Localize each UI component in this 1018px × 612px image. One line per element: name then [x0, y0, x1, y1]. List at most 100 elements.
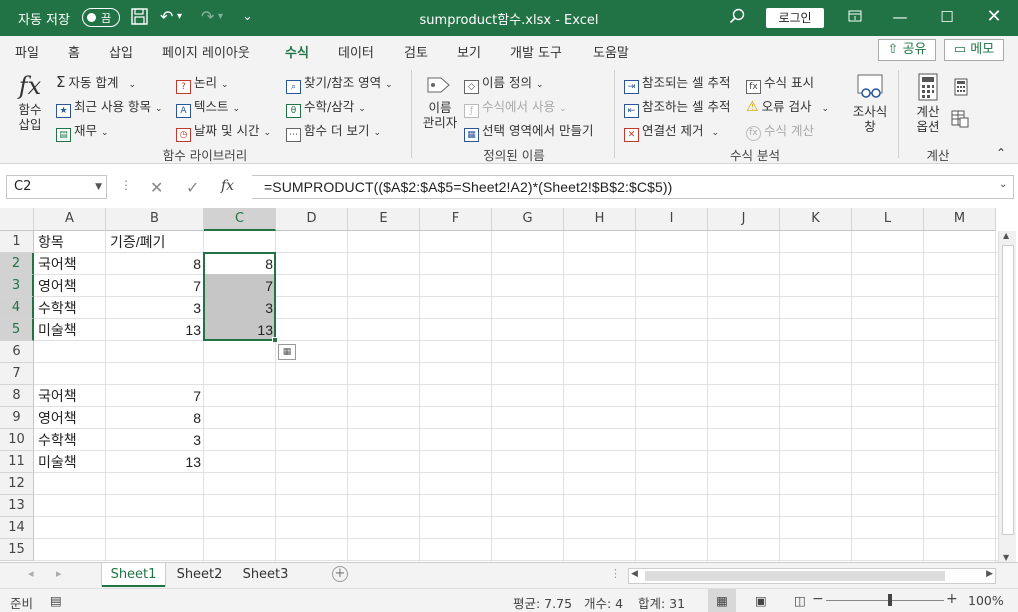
cell-a5[interactable]: 미술책 — [38, 319, 77, 341]
vertical-scroll-thumb[interactable] — [1002, 245, 1014, 535]
tab-help[interactable]: 도움말 — [593, 42, 629, 61]
tab-insert[interactable]: 삽입 — [109, 42, 133, 61]
row-header-5[interactable]: 5 — [0, 319, 34, 341]
remove-arrows-button[interactable]: ✕ 연결선 제거 ⌄ — [624, 120, 719, 142]
tab-data[interactable]: 데이터 — [338, 42, 374, 61]
insert-function-button[interactable]: fx 함수 삽입 — [10, 70, 50, 132]
maximize-icon[interactable]: ☐ — [935, 6, 959, 28]
cell-c4[interactable]: 3 — [204, 297, 273, 319]
row-header-6[interactable]: 6 — [0, 341, 34, 363]
sheet-tab-sheet3[interactable]: Sheet3 — [234, 563, 297, 587]
redo-icon[interactable]: ↷ — [201, 8, 214, 26]
column-header-f[interactable]: F — [420, 208, 492, 231]
cell-a3[interactable]: 영어책 — [38, 275, 77, 297]
show-formulas-button[interactable]: fx 수식 표시 — [746, 72, 814, 94]
cell-a1[interactable]: 항목 — [38, 231, 64, 253]
column-header-g[interactable]: G — [492, 208, 564, 231]
quick-analysis-icon[interactable]: ▦ — [278, 344, 296, 360]
expand-formula-bar-icon[interactable]: ⌄ — [999, 179, 1007, 190]
tab-formulas[interactable]: 수식 — [285, 42, 309, 67]
cell-c3[interactable]: 7 — [204, 275, 273, 297]
datetime-button[interactable]: ◷ 날짜 및 시간 ⌄ — [176, 120, 271, 142]
calculate-sheet-icon[interactable] — [951, 110, 969, 131]
tab-view[interactable]: 보기 — [457, 42, 481, 61]
trace-dependents-button[interactable]: ⇤ 참조하는 셀 추적 — [624, 96, 730, 118]
calculate-now-icon[interactable] — [953, 78, 969, 99]
zoom-slider-thumb[interactable] — [888, 594, 892, 606]
row-header-12[interactable]: 12 — [0, 473, 34, 495]
row-header-3[interactable]: 3 — [0, 275, 34, 297]
row-header-8[interactable]: 8 — [0, 385, 34, 407]
next-sheet-icon[interactable]: ▸ — [56, 567, 62, 580]
status-count[interactable]: 개수: 4 — [584, 593, 623, 612]
cell-b4[interactable]: 3 — [106, 297, 201, 319]
vertical-scrollbar[interactable]: ▲ ▼ — [998, 231, 1016, 562]
logical-button[interactable]: ? 논리 ⌄ — [176, 72, 229, 94]
ribbon-display-icon[interactable] — [843, 6, 867, 28]
formula-input[interactable]: =SUMPRODUCT(($A$2:$A$5=Sheet2!A2)*(Sheet… — [252, 175, 1014, 199]
undo-dropdown-icon[interactable]: ▾ — [177, 8, 182, 26]
fill-handle[interactable] — [272, 337, 278, 343]
minimize-icon[interactable]: — — [888, 6, 912, 28]
name-box[interactable]: C2 ▼ — [6, 175, 107, 199]
close-icon[interactable]: ✕ — [982, 6, 1006, 28]
watch-window-button[interactable]: 조사식 창 — [848, 72, 892, 134]
tab-home[interactable]: 홈 — [68, 42, 80, 61]
cell-b8[interactable]: 7 — [106, 385, 201, 407]
text-functions-button[interactable]: A 텍스트 ⌄ — [176, 96, 240, 118]
autosave-toggle[interactable]: 끔 — [82, 8, 120, 27]
cell-a11[interactable]: 미술책 — [38, 451, 77, 473]
use-in-formula-button[interactable]: ƒ 수식에서 사용 ⌄ — [464, 96, 567, 118]
column-header-h[interactable]: H — [564, 208, 636, 231]
cell-c5[interactable]: 13 — [204, 319, 273, 341]
horizontal-scrollbar[interactable]: ◀ ▶ — [628, 568, 996, 584]
lookup-reference-button[interactable]: ⌕ 찾기/참조 영역 ⌄ — [286, 72, 393, 94]
zoom-slider[interactable] — [826, 600, 944, 601]
name-manager-button[interactable]: 이름 관리자 — [418, 72, 462, 130]
status-sum[interactable]: 합계: 31 — [638, 593, 685, 612]
login-button[interactable]: 로그인 — [766, 8, 824, 28]
save-icon[interactable] — [131, 8, 148, 29]
recent-functions-button[interactable]: ★ 최근 사용 항목 ⌄ — [56, 96, 162, 118]
cell-a2[interactable]: 국어책 — [38, 253, 77, 275]
share-button[interactable]: ⇧ 공유 — [878, 39, 936, 61]
customize-qat-icon[interactable]: ⌄ — [242, 8, 253, 26]
calculation-options-button[interactable]: 계산 옵션 — [906, 72, 950, 134]
row-header-14[interactable]: 14 — [0, 517, 34, 539]
tab-developer[interactable]: 개발 도구 — [510, 42, 562, 61]
column-header-i[interactable]: I — [636, 208, 708, 231]
worksheet-grid[interactable]: ABCDEFGHIJKLM 1 2 3 4 5 6 7 8 9 10 11 12 13 14 15 항목 기증… — [0, 208, 1018, 562]
scroll-right-icon[interactable]: ▶ — [986, 569, 993, 579]
scroll-up-icon[interactable]: ▲ — [1003, 231, 1009, 240]
autosum-button[interactable]: Σ 자동 합계 ⌄ — [56, 72, 136, 91]
normal-view-icon[interactable]: ▦ — [708, 589, 736, 612]
cell-b10[interactable]: 3 — [106, 429, 201, 451]
cell-b9[interactable]: 8 — [106, 407, 201, 429]
column-header-d[interactable]: D — [276, 208, 348, 231]
error-checking-button[interactable]: ⚠ 오류 검사 ⌄ — [746, 96, 829, 115]
column-header-e[interactable]: E — [348, 208, 420, 231]
row-header-4[interactable]: 4 — [0, 297, 34, 319]
cell-b5[interactable]: 13 — [106, 319, 201, 341]
cell-c2[interactable]: 8 — [204, 253, 273, 275]
column-header-m[interactable]: M — [924, 208, 996, 231]
more-functions-button[interactable]: ⋯ 함수 더 보기 ⌄ — [286, 120, 381, 142]
column-header-a[interactable]: A — [34, 208, 106, 231]
zoom-out-icon[interactable]: − — [812, 591, 824, 607]
zoom-in-icon[interactable]: + — [946, 591, 958, 607]
tab-review[interactable]: 검토 — [404, 42, 428, 61]
tab-page-layout[interactable]: 페이지 레이아웃 — [162, 42, 250, 61]
page-break-view-icon[interactable]: ◫ — [794, 593, 806, 608]
evaluate-formula-button[interactable]: fx 수식 계산 — [746, 120, 814, 141]
cell-a8[interactable]: 국어책 — [38, 385, 77, 407]
cell-a10[interactable]: 수학책 — [38, 429, 77, 451]
sheet-tab-sheet1[interactable]: Sheet1 — [102, 563, 165, 587]
undo-icon[interactable]: ↶ — [160, 8, 173, 26]
column-header-k[interactable]: K — [780, 208, 852, 231]
status-average[interactable]: 평균: 7.75 — [513, 593, 572, 612]
enter-icon[interactable]: ✓ — [186, 178, 199, 197]
horizontal-scroll-thumb[interactable] — [645, 571, 945, 581]
trace-precedents-button[interactable]: ⇥ 참조되는 셀 추적 — [624, 72, 730, 94]
column-header-c[interactable]: C — [204, 208, 276, 231]
cell-a9[interactable]: 영어책 — [38, 407, 77, 429]
